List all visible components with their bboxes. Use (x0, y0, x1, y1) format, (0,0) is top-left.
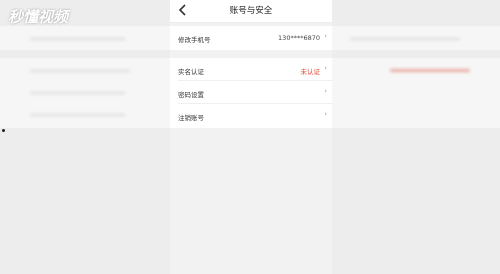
row-value: 130****6870 (278, 34, 320, 42)
background-blur-line (30, 92, 125, 94)
chevron-right-icon: › (324, 110, 327, 118)
row-password[interactable]: 密码设置 › (170, 81, 332, 104)
nav-bar: 账号与安全 (170, 0, 332, 23)
row-label: 修改手机号 (178, 36, 211, 44)
chevron-right-icon: › (324, 32, 327, 40)
row-change-phone[interactable]: 修改手机号 130****6870 › (170, 26, 332, 49)
watermark-logo: 秒懂视频 (8, 8, 69, 26)
row-label: 注销账号 (178, 114, 204, 122)
security-group: 实名认证 未认证 › 密码设置 › 注销账号 › (170, 58, 332, 128)
phone-group: 修改手机号 130****6870 › (170, 26, 332, 50)
background-blur-line (350, 38, 460, 40)
background-blur-line (30, 70, 130, 72)
row-delete-account[interactable]: 注销账号 › (170, 104, 332, 127)
row-real-name[interactable]: 实名认证 未认证 › (170, 58, 332, 81)
background-blur-line (30, 114, 125, 116)
row-label: 实名认证 (178, 68, 204, 76)
page-title: 账号与安全 (229, 6, 273, 16)
chevron-right-icon: › (324, 87, 327, 95)
row-label: 密码设置 (178, 91, 204, 99)
background-blur-red (390, 69, 470, 72)
row-value: 未认证 (300, 68, 321, 76)
chevron-right-icon: › (324, 64, 327, 72)
phone-screen: 账号与安全 修改手机号 130****6870 › 实名认证 未认证 › 密码设… (170, 0, 332, 274)
background-blur-line (30, 38, 125, 40)
background-dot (2, 129, 5, 132)
